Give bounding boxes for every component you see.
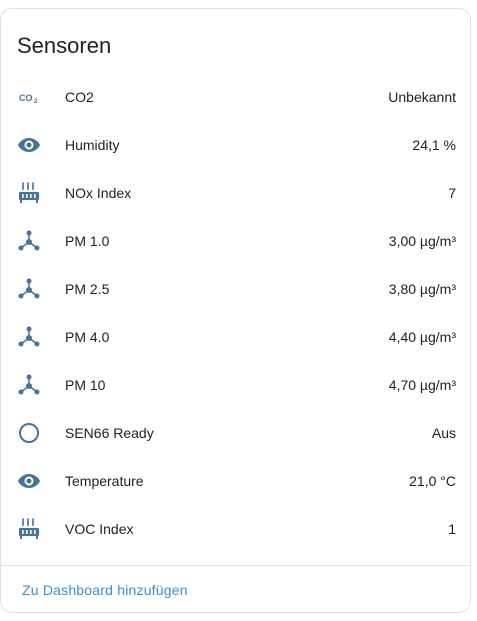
- sensor-value: Aus: [431, 425, 456, 441]
- svg-text:CO: CO: [19, 93, 33, 103]
- sensor-name: PM 4.0: [65, 329, 110, 345]
- sensor-value: 3,80 µg/m³: [388, 281, 456, 297]
- sensor-row-temperature[interactable]: Temperature 21,0 °C: [1, 457, 470, 505]
- sensor-value: 1: [448, 521, 456, 537]
- card-title: Sensoren: [17, 33, 112, 58]
- molecule-icon: [17, 325, 41, 349]
- radiator-icon: [17, 517, 41, 541]
- sensor-name: PM 10: [65, 377, 106, 393]
- co2-icon: CO 2: [17, 85, 41, 109]
- sensor-row-co2[interactable]: CO 2 CO2 Unbekannt: [1, 73, 470, 121]
- sensor-row-pm-4-0[interactable]: PM 4.0 4,40 µg/m³: [1, 313, 470, 361]
- sensor-value: 21,0 °C: [409, 473, 456, 489]
- eye-icon: [17, 469, 41, 493]
- eye-icon: [17, 133, 41, 157]
- sensor-row-pm-10[interactable]: PM 10 4,70 µg/m³: [1, 361, 470, 409]
- sensor-value: 4,40 µg/m³: [388, 329, 456, 345]
- sensor-name: Humidity: [65, 137, 120, 153]
- sensor-card: Sensoren CO 2 CO2 Unbekannt Humidity 24,1…: [0, 8, 471, 613]
- sensor-name: PM 1.0: [65, 233, 110, 249]
- sensor-value: 3,00 µg/m³: [388, 233, 456, 249]
- sensor-name: Temperature: [65, 473, 144, 489]
- sensor-name: SEN66 Ready: [65, 425, 154, 441]
- molecule-icon: [17, 277, 41, 301]
- sensor-name: NOx Index: [65, 185, 132, 201]
- sensor-list: CO 2 CO2 Unbekannt Humidity 24,1 % NOx In…: [1, 73, 470, 553]
- sensor-row-voc-index[interactable]: VOC Index 1: [1, 505, 470, 553]
- molecule-icon: [17, 373, 41, 397]
- sensor-row-pm-1-0[interactable]: PM 1.0 3,00 µg/m³: [1, 217, 470, 265]
- add-to-dashboard-button[interactable]: Zu Dashboard hinzufügen: [22, 582, 188, 598]
- sensor-value: Unbekannt: [388, 89, 456, 105]
- radiator-icon: [17, 181, 41, 205]
- card-divider: [1, 565, 470, 566]
- svg-text:2: 2: [34, 99, 38, 105]
- sensor-row-sen66-ready[interactable]: SEN66 Ready Aus: [1, 409, 470, 457]
- sensor-row-pm-2-5[interactable]: PM 2.5 3,80 µg/m³: [1, 265, 470, 313]
- sensor-value: 24,1 %: [412, 137, 456, 153]
- molecule-icon: [17, 229, 41, 253]
- sensor-value: 7: [448, 185, 456, 201]
- sensor-name: PM 2.5: [65, 281, 110, 297]
- circle-outline-icon: [17, 421, 41, 445]
- sensor-row-nox-index[interactable]: NOx Index 7: [1, 169, 470, 217]
- sensor-name: CO2: [65, 89, 94, 105]
- sensor-value: 4,70 µg/m³: [388, 377, 456, 393]
- sensor-row-humidity[interactable]: Humidity 24,1 %: [1, 121, 470, 169]
- sensor-name: VOC Index: [65, 521, 134, 537]
